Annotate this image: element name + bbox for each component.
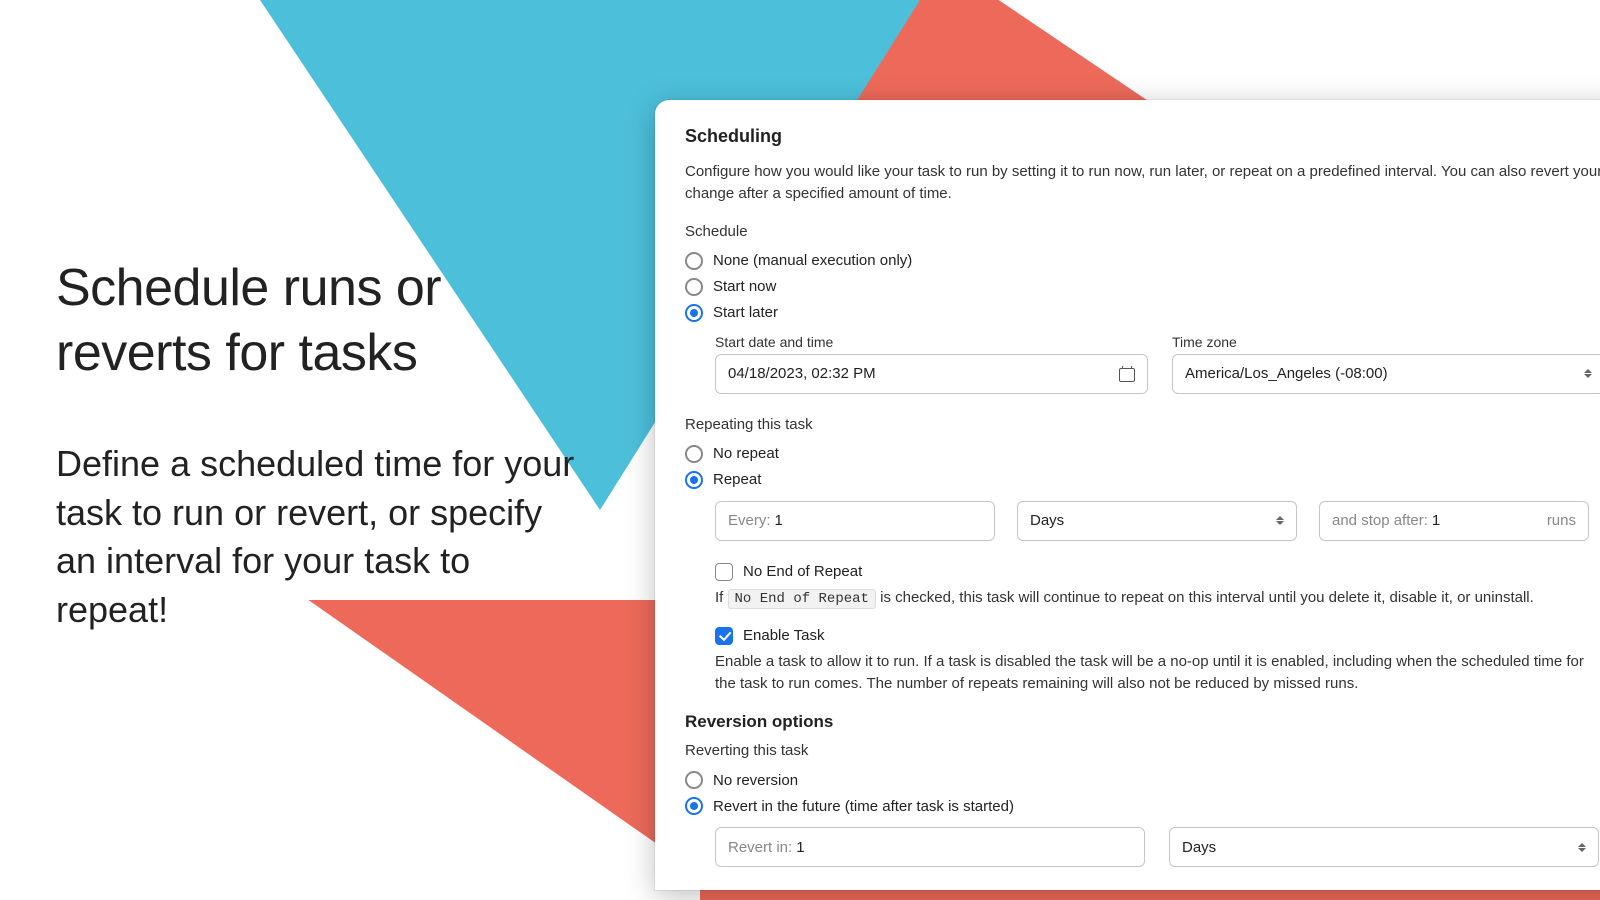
no-end-code: No End of Repeat: [728, 589, 876, 609]
radio-icon[interactable]: [685, 471, 703, 489]
start-datetime-input[interactable]: 04/18/2023, 02:32 PM: [715, 354, 1148, 394]
radio-icon[interactable]: [685, 445, 703, 463]
revert-unit-select[interactable]: Days: [1169, 827, 1599, 867]
timezone-value: America/Los_Angeles (-08:00): [1185, 365, 1388, 382]
revert-in-input[interactable]: Revert in: 1: [715, 827, 1145, 867]
stop-suffix: runs: [1547, 512, 1576, 529]
start-datetime-label: Start date and time: [715, 334, 1148, 350]
reversion-option-none[interactable]: No reversion: [685, 767, 1600, 793]
radio-icon[interactable]: [685, 771, 703, 789]
timezone-select[interactable]: America/Los_Angeles (-08:00): [1172, 354, 1600, 394]
scheduling-panel: Scheduling Configure how you would like …: [655, 100, 1600, 890]
revert-unit-value: Days: [1182, 839, 1216, 856]
enable-task-label: Enable Task: [743, 627, 824, 644]
repeat-option-none[interactable]: No repeat: [685, 441, 1600, 467]
enable-help: Enable a task to allow it to run. If a t…: [715, 651, 1600, 695]
panel-desc: Configure how you would like your task t…: [685, 161, 1600, 205]
timezone-label: Time zone: [1172, 334, 1600, 350]
calendar-icon: [1119, 366, 1135, 382]
marketing-body: Define a scheduled time for your task to…: [56, 440, 576, 634]
reversion-option-future[interactable]: Revert in the future (time after task is…: [685, 793, 1600, 819]
radio-label: Repeat: [713, 471, 761, 488]
repeat-option-repeat[interactable]: Repeat: [685, 467, 1600, 493]
schedule-option-none[interactable]: None (manual execution only): [685, 248, 1600, 274]
repeat-unit-select[interactable]: Days: [1017, 501, 1297, 541]
radio-label: Start later: [713, 304, 778, 321]
radio-icon[interactable]: [685, 252, 703, 270]
marketing-headline: Schedule runs or reverts for tasks: [56, 256, 576, 386]
schedule-label: Schedule: [685, 223, 1600, 240]
chevron-sort-icon: [1584, 369, 1592, 378]
revert-value: 1: [796, 839, 804, 856]
stop-value: 1: [1432, 512, 1440, 529]
panel-title: Scheduling: [685, 126, 1600, 147]
enable-task-checkbox[interactable]: [715, 627, 733, 645]
chevron-sort-icon: [1578, 843, 1586, 852]
revert-prefix: Revert in:: [728, 839, 792, 856]
every-value: 1: [775, 512, 783, 529]
radio-icon[interactable]: [685, 278, 703, 296]
every-prefix: Every:: [728, 512, 771, 529]
radio-label: None (manual execution only): [713, 252, 912, 269]
radio-label: No reversion: [713, 772, 798, 789]
stop-prefix: and stop after:: [1332, 512, 1428, 529]
stop-after-input[interactable]: and stop after: 1 runs: [1319, 501, 1589, 541]
start-datetime-value: 04/18/2023, 02:32 PM: [728, 365, 876, 382]
repeat-unit-value: Days: [1030, 512, 1064, 529]
no-end-label: No End of Repeat: [743, 563, 862, 580]
chevron-sort-icon: [1276, 516, 1284, 525]
radio-label: No repeat: [713, 445, 779, 462]
reversion-label: Reverting this task: [685, 742, 1600, 759]
reversion-title: Reversion options: [685, 712, 1600, 732]
radio-label: Start now: [713, 278, 776, 295]
radio-icon[interactable]: [685, 304, 703, 322]
repeat-label: Repeating this task: [685, 416, 1600, 433]
repeat-every-input[interactable]: Every: 1: [715, 501, 995, 541]
schedule-option-now[interactable]: Start now: [685, 274, 1600, 300]
no-end-checkbox[interactable]: [715, 563, 733, 581]
radio-label: Revert in the future (time after task is…: [713, 798, 1014, 815]
radio-icon[interactable]: [685, 797, 703, 815]
schedule-option-later[interactable]: Start later: [685, 300, 1600, 326]
no-end-help: If No End of Repeat is checked, this tas…: [715, 587, 1600, 609]
marketing-copy: Schedule runs or reverts for tasks Defin…: [56, 256, 576, 634]
